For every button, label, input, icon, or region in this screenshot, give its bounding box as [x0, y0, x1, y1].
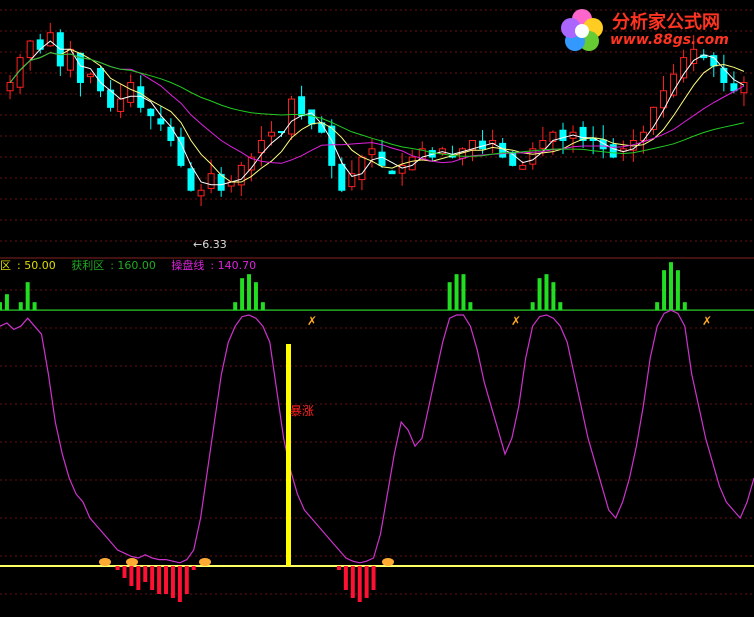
buy-marker-icon — [199, 558, 211, 566]
profit-bar — [682, 302, 687, 311]
trade-line — [0, 309, 754, 564]
low-zone-bar — [129, 566, 134, 586]
logo-url: www.88gs.com — [610, 32, 729, 48]
candle-body — [338, 163, 346, 191]
low-price-value: 6.33 — [202, 238, 227, 251]
profit-bar — [25, 282, 30, 311]
chart-stage: ✗ ✗ ✗ 分析家公式网 www.88gs.com ←6.33 区: 50.00 获… — [0, 0, 754, 617]
low-price-label: ←6.33 — [193, 238, 227, 251]
low-zone-bar — [364, 566, 369, 598]
candle-body — [358, 156, 366, 181]
legend-item-zone: 区: 50.00 — [0, 259, 56, 272]
low-zone-bar — [350, 566, 355, 598]
profit-bar — [253, 282, 258, 311]
buy-marker-icon — [382, 558, 394, 566]
profit-bar — [240, 278, 245, 311]
buy-marker-icon — [126, 558, 138, 566]
candle-body — [197, 189, 205, 197]
low-zone-bar — [343, 566, 348, 590]
profit-bar — [260, 302, 265, 311]
site-logo: 分析家公式网 www.88gs.com — [556, 4, 752, 56]
profit-bar — [247, 274, 252, 311]
candle-body — [388, 170, 396, 175]
candle-body — [157, 118, 165, 125]
candle-body — [117, 98, 125, 112]
candle-body — [368, 148, 376, 156]
low-zone-bar — [191, 566, 196, 570]
low-zone-bar — [336, 566, 341, 570]
candle-body — [147, 108, 155, 117]
candle-body — [519, 164, 527, 170]
chart-canvas: ✗ ✗ ✗ — [0, 9, 754, 602]
candle-body — [187, 168, 195, 191]
candle-body — [609, 144, 617, 158]
low-zone-bar — [143, 566, 148, 582]
candle-body — [288, 98, 296, 135]
low-zone-bar — [371, 566, 376, 590]
candle-body — [127, 81, 135, 103]
profit-bar — [461, 274, 466, 311]
low-zone-bar — [170, 566, 175, 598]
candle-body — [308, 109, 316, 125]
flower-icon — [561, 9, 603, 51]
low-price-arrow: ← — [193, 238, 203, 251]
low-zone-bar — [136, 566, 141, 590]
candle-body — [730, 83, 738, 92]
profit-bar — [675, 270, 680, 311]
profit-bar — [18, 302, 23, 311]
candle-body — [177, 136, 185, 166]
profit-bar — [662, 270, 667, 311]
profit-bar — [454, 274, 459, 311]
logo-title: 分析家公式网 — [612, 12, 720, 33]
candle-body — [46, 32, 54, 47]
sell-marker-icon: ✗ — [702, 314, 712, 328]
candle-body — [298, 96, 306, 117]
profit-bar — [4, 294, 9, 311]
low-zone-bar — [177, 566, 182, 602]
low-zone-bar — [184, 566, 189, 594]
low-zone-bar — [150, 566, 155, 590]
profit-bar — [233, 302, 238, 311]
candle-body — [670, 73, 678, 96]
profit-bar — [655, 302, 660, 311]
sell-marker-icon: ✗ — [307, 314, 317, 328]
low-zone-bar — [122, 566, 127, 578]
candle-body — [207, 173, 215, 189]
profit-bar — [447, 282, 452, 311]
profit-bar — [530, 302, 535, 311]
candle-body — [26, 40, 34, 59]
profit-bar — [537, 278, 542, 311]
low-zone-bar — [357, 566, 362, 602]
low-zone-bar — [157, 566, 162, 594]
low-zone-bar — [115, 566, 120, 570]
candle-body — [559, 129, 567, 142]
candle-body — [6, 81, 14, 92]
candle-body — [267, 131, 275, 137]
surge-signal-bar — [286, 344, 291, 566]
indicator-legend: 区: 50.00 获利区: 160.00 操盘线: 140.70 — [0, 259, 268, 273]
profit-bar — [32, 302, 37, 311]
profit-bar — [668, 262, 673, 311]
candle-body — [86, 73, 94, 78]
profit-bar — [558, 302, 563, 311]
profit-bar — [551, 282, 556, 311]
candle-body — [539, 140, 547, 149]
sell-marker-icon: ✗ — [511, 314, 521, 328]
candle-body — [257, 140, 265, 154]
legend-item-profit: 获利区: 160.00 — [71, 259, 156, 272]
profit-bar — [0, 302, 2, 311]
candle-body — [639, 131, 647, 141]
legend-item-trade-line: 操盘线: 140.70 — [171, 259, 257, 272]
profit-bar — [468, 302, 473, 311]
surge-signal-label: 暴涨 — [290, 404, 315, 418]
buy-marker-icon — [99, 558, 111, 566]
low-zone-bar — [164, 566, 169, 594]
profit-bar — [544, 274, 549, 311]
